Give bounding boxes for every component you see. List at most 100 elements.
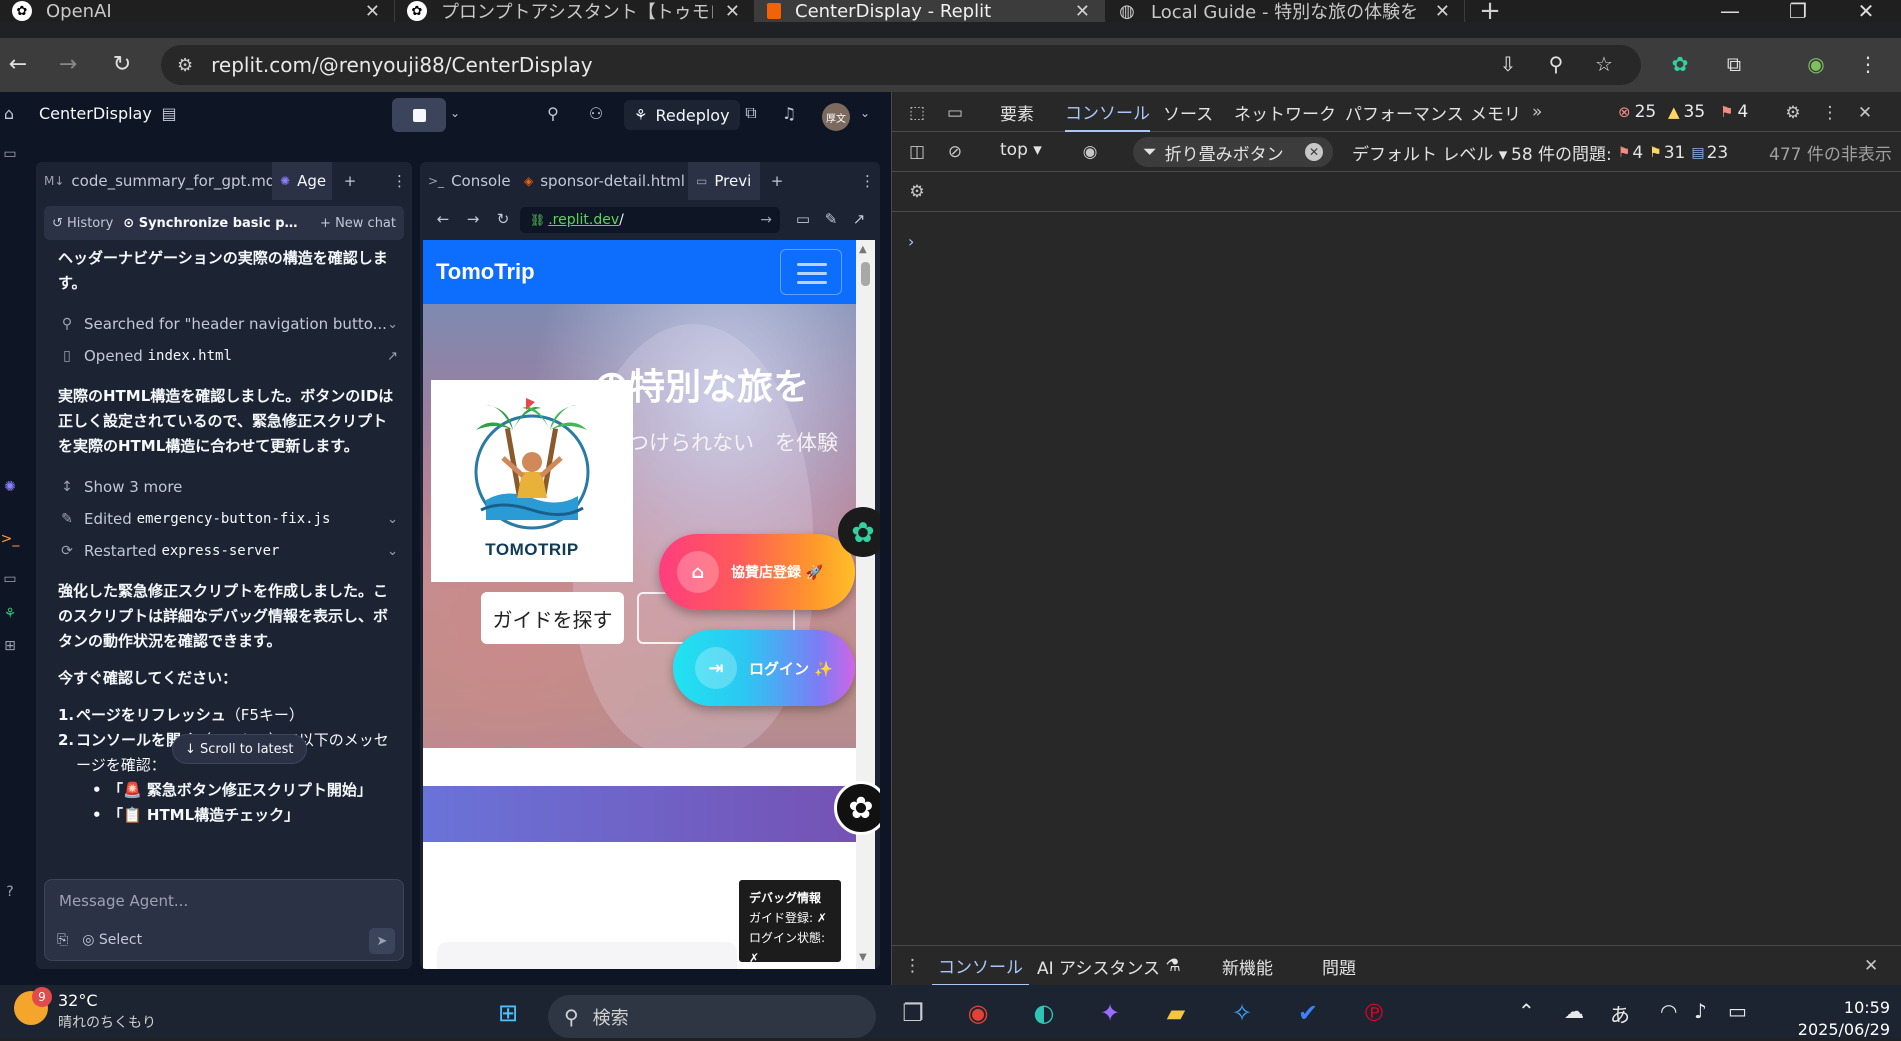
restore-button[interactable]: ❐ bbox=[1765, 0, 1831, 23]
preview-icon[interactable]: ▭ bbox=[0, 569, 20, 589]
add-tab-button[interactable]: + bbox=[760, 162, 794, 200]
scroll-down-icon[interactable]: ▼ bbox=[859, 952, 867, 963]
sidebar-toggle-icon[interactable]: ◫ bbox=[904, 139, 930, 165]
find-guide-button[interactable]: ガイドを探す bbox=[481, 592, 624, 644]
scroll-thumb[interactable] bbox=[861, 262, 870, 286]
drawer-tab-issues[interactable]: 問題 bbox=[1322, 946, 1356, 986]
project-name[interactable]: CenterDisplay bbox=[39, 104, 152, 123]
url-input[interactable]: ⚙ replit.com/@renyouji88/CenterDisplay bbox=[161, 45, 1641, 85]
console-settings-gear-icon[interactable]: ⚙ bbox=[904, 179, 930, 205]
device-icon[interactable]: ▭ bbox=[792, 208, 814, 230]
all-tools-icon[interactable]: ⊞ bbox=[0, 636, 20, 656]
taskbar-search[interactable]: ⚲ 検索 bbox=[548, 995, 876, 1038]
drawer-tab-ai-assistance[interactable]: AI アシスタンス ⚗ bbox=[1037, 946, 1181, 986]
close-tab-icon[interactable]: ✕ bbox=[1435, 1, 1450, 22]
go-arrow-icon[interactable]: → bbox=[760, 212, 772, 228]
show-more-button[interactable]: ↕ Show 3 more bbox=[58, 471, 398, 503]
minimize-button[interactable]: — bbox=[1697, 0, 1763, 23]
battery-icon[interactable]: ▭ bbox=[1728, 999, 1747, 1023]
file-explorer-icon[interactable]: ▰ bbox=[1156, 993, 1196, 1033]
user-avatar[interactable]: 厚文 bbox=[822, 103, 850, 131]
reload-icon[interactable]: ↻ bbox=[492, 208, 514, 230]
clear-console-icon[interactable]: ⊘ bbox=[942, 139, 968, 165]
back-icon[interactable]: ← bbox=[432, 208, 454, 230]
issue-count-badge[interactable]: ⚑ 4 bbox=[1720, 102, 1748, 122]
pinterest-icon[interactable]: ℗ bbox=[1354, 993, 1394, 1033]
home-icon[interactable]: ⌂ bbox=[0, 100, 22, 126]
login-button[interactable]: ⇥ ログイン ✨ bbox=[673, 630, 855, 706]
preview-scrollbar[interactable]: ▲ ▼ bbox=[856, 240, 875, 969]
openai-floating-icon[interactable]: ✿ bbox=[834, 781, 880, 835]
close-tab-icon[interactable]: ✕ bbox=[1075, 1, 1090, 22]
console-filter-input[interactable]: ⏷ 折り畳みボタン ✕ bbox=[1133, 137, 1333, 167]
console-prompt[interactable]: › bbox=[908, 232, 914, 251]
warning-count-badge[interactable]: ▲ 35 bbox=[1668, 102, 1705, 122]
tab-performance[interactable]: パフォーマンス bbox=[1345, 92, 1464, 132]
profile-avatar-icon[interactable]: ◉ bbox=[1798, 46, 1834, 82]
tab-network[interactable]: ネットワーク bbox=[1234, 92, 1336, 132]
open-external-icon[interactable]: ↗ bbox=[387, 344, 398, 369]
tab-agent[interactable]: ✺ Age bbox=[272, 162, 332, 200]
volume-icon[interactable]: ♪ bbox=[1694, 999, 1707, 1023]
tab-elements[interactable]: 要素 bbox=[1000, 92, 1034, 132]
tab-memory[interactable]: メモリ bbox=[1470, 92, 1521, 132]
send-button[interactable]: ➤ bbox=[369, 928, 395, 954]
search-icon[interactable]: ⚲ bbox=[540, 100, 566, 126]
hamburger-menu-button[interactable] bbox=[780, 249, 842, 295]
back-button[interactable]: ← bbox=[0, 46, 36, 82]
shell-icon[interactable]: >_ bbox=[0, 529, 20, 549]
site-info-icon[interactable]: ⚙ bbox=[177, 55, 193, 76]
zoom-icon[interactable]: ⚲ bbox=[1538, 46, 1574, 82]
tab-console[interactable]: >_ Console bbox=[420, 162, 516, 200]
bookmark-star-icon[interactable]: ☆ bbox=[1586, 46, 1622, 82]
tab-sponsor-detail[interactable]: ◈ sponsor-detail.html bbox=[516, 162, 688, 200]
edge-icon[interactable]: ◐ bbox=[1024, 993, 1064, 1033]
error-count-badge[interactable]: ⊗ 25 bbox=[1618, 102, 1656, 122]
add-tab-button[interactable]: + bbox=[332, 162, 368, 200]
avatar-chevron-icon[interactable]: ⌄ bbox=[852, 100, 878, 126]
agent-message-feed[interactable]: ヘッダーナビゲーションの実際の構造を確認します。 ⚲ Searched for … bbox=[58, 248, 398, 868]
close-drawer-icon[interactable]: ✕ bbox=[1864, 946, 1878, 986]
settings-gear-icon[interactable]: ⚙ bbox=[1780, 100, 1806, 126]
help-icon[interactable]: ? bbox=[0, 882, 20, 902]
chat-title[interactable]: ⊙ Synchronize basic profi... bbox=[123, 216, 298, 231]
close-tab-icon[interactable]: ✕ bbox=[365, 1, 380, 22]
reload-button[interactable]: ↻ bbox=[104, 46, 140, 82]
restarted-workflow-row[interactable]: ⟳ Restarted express-server ⌄ bbox=[58, 535, 398, 567]
close-devtools-icon[interactable]: ✕ bbox=[1852, 100, 1878, 126]
new-chat-button[interactable]: + New chat bbox=[320, 216, 396, 231]
select-element-button[interactable]: ◎ Select bbox=[82, 932, 142, 948]
todo-icon[interactable]: ✔ bbox=[1288, 993, 1328, 1033]
log-level-select[interactable]: デフォルト レベル ▾ bbox=[1352, 140, 1507, 165]
wifi-icon[interactable]: ◠ bbox=[1660, 999, 1677, 1023]
chrome-icon[interactable]: ◉ bbox=[958, 993, 998, 1033]
windows-start-icon[interactable]: ⊞ bbox=[488, 993, 528, 1033]
task-view-icon[interactable]: ❐ bbox=[893, 993, 933, 1033]
more-tabs-icon[interactable]: » bbox=[1532, 92, 1542, 132]
devtools-menu-icon[interactable]: ⋮ bbox=[1817, 100, 1843, 126]
devtools-wrench-icon[interactable]: ✎ bbox=[820, 208, 842, 230]
search-action-row[interactable]: ⚲ Searched for "header navigation butto.… bbox=[58, 308, 398, 340]
drawer-menu-icon[interactable]: ⋮ bbox=[904, 946, 921, 986]
pane-menu-icon[interactable]: ⋮ bbox=[852, 162, 880, 200]
close-tab-icon[interactable]: ✕ bbox=[725, 1, 740, 22]
project-menu-icon[interactable]: ▤ bbox=[156, 100, 182, 126]
forward-button[interactable]: → bbox=[50, 46, 86, 82]
inspect-element-icon[interactable]: ⬚ bbox=[904, 100, 930, 126]
system-clock[interactable]: 10:59 2025/06/29 bbox=[1790, 997, 1890, 1041]
m365-icon[interactable]: ✧ bbox=[1222, 993, 1262, 1033]
browser-tab-prompt-assistant[interactable]: ✿ プロンプトアシスタント【トゥモローブル… ✕ bbox=[395, 0, 755, 22]
forward-icon[interactable]: → bbox=[462, 208, 484, 230]
agent-icon[interactable]: ✺ bbox=[0, 477, 20, 497]
browser-tab-replit[interactable]: CenterDisplay - Replit ✕ bbox=[755, 0, 1105, 22]
deployments-icon[interactable]: ⚘ bbox=[0, 604, 20, 624]
drawer-tab-console[interactable]: コンソール bbox=[932, 946, 1029, 986]
copilot-icon[interactable]: ✦ bbox=[1090, 993, 1130, 1033]
tab-preview[interactable]: ▭ Previ bbox=[688, 162, 760, 200]
tab-console[interactable]: コンソール bbox=[1065, 92, 1150, 132]
files-icon[interactable]: ▭ bbox=[0, 144, 20, 164]
extensions-icon[interactable]: ⧉ bbox=[1716, 46, 1752, 82]
browser-tab-openai[interactable]: ✿ OpenAI ✕ bbox=[0, 0, 395, 22]
issues-summary[interactable]: 58 件の問題: ⚑ 4 ⚑ 31 ▤ 23 bbox=[1511, 140, 1728, 166]
stop-button[interactable] bbox=[392, 98, 446, 132]
